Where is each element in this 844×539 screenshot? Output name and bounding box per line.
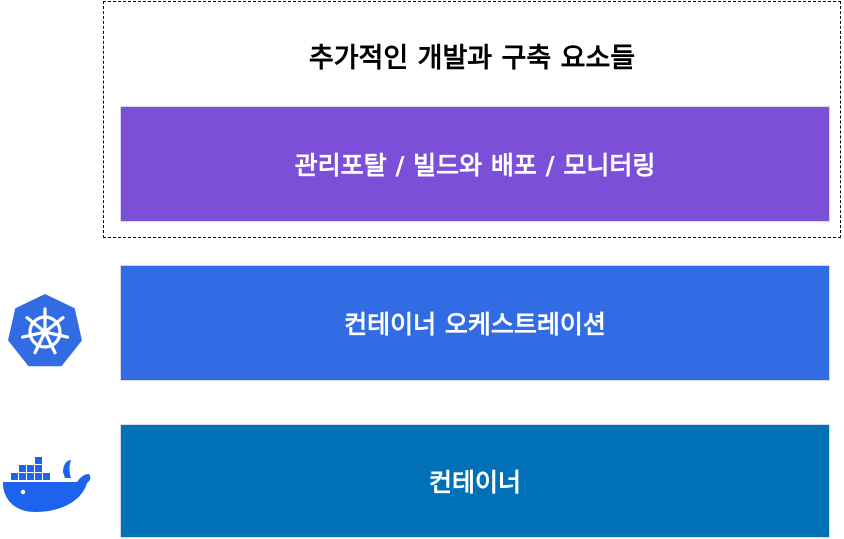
kubernetes-icon: [8, 294, 82, 367]
layer-management: 관리포탈 / 빌드와 배포 / 모니터링: [120, 106, 830, 222]
docker-icon: [3, 457, 91, 512]
group-title: 추가적인 개발과 구축 요소들: [308, 43, 636, 74]
layer-orchestration: 컨테이너 오케스트레이션: [120, 265, 830, 381]
layer-container-label: 컨테이너: [428, 468, 521, 497]
layer-container: 컨테이너: [120, 424, 830, 538]
layer-orchestration-label: 컨테이너 오케스트레이션: [344, 310, 606, 339]
layer-management-label: 관리포탈 / 빌드와 배포 / 모니터링: [294, 151, 656, 180]
